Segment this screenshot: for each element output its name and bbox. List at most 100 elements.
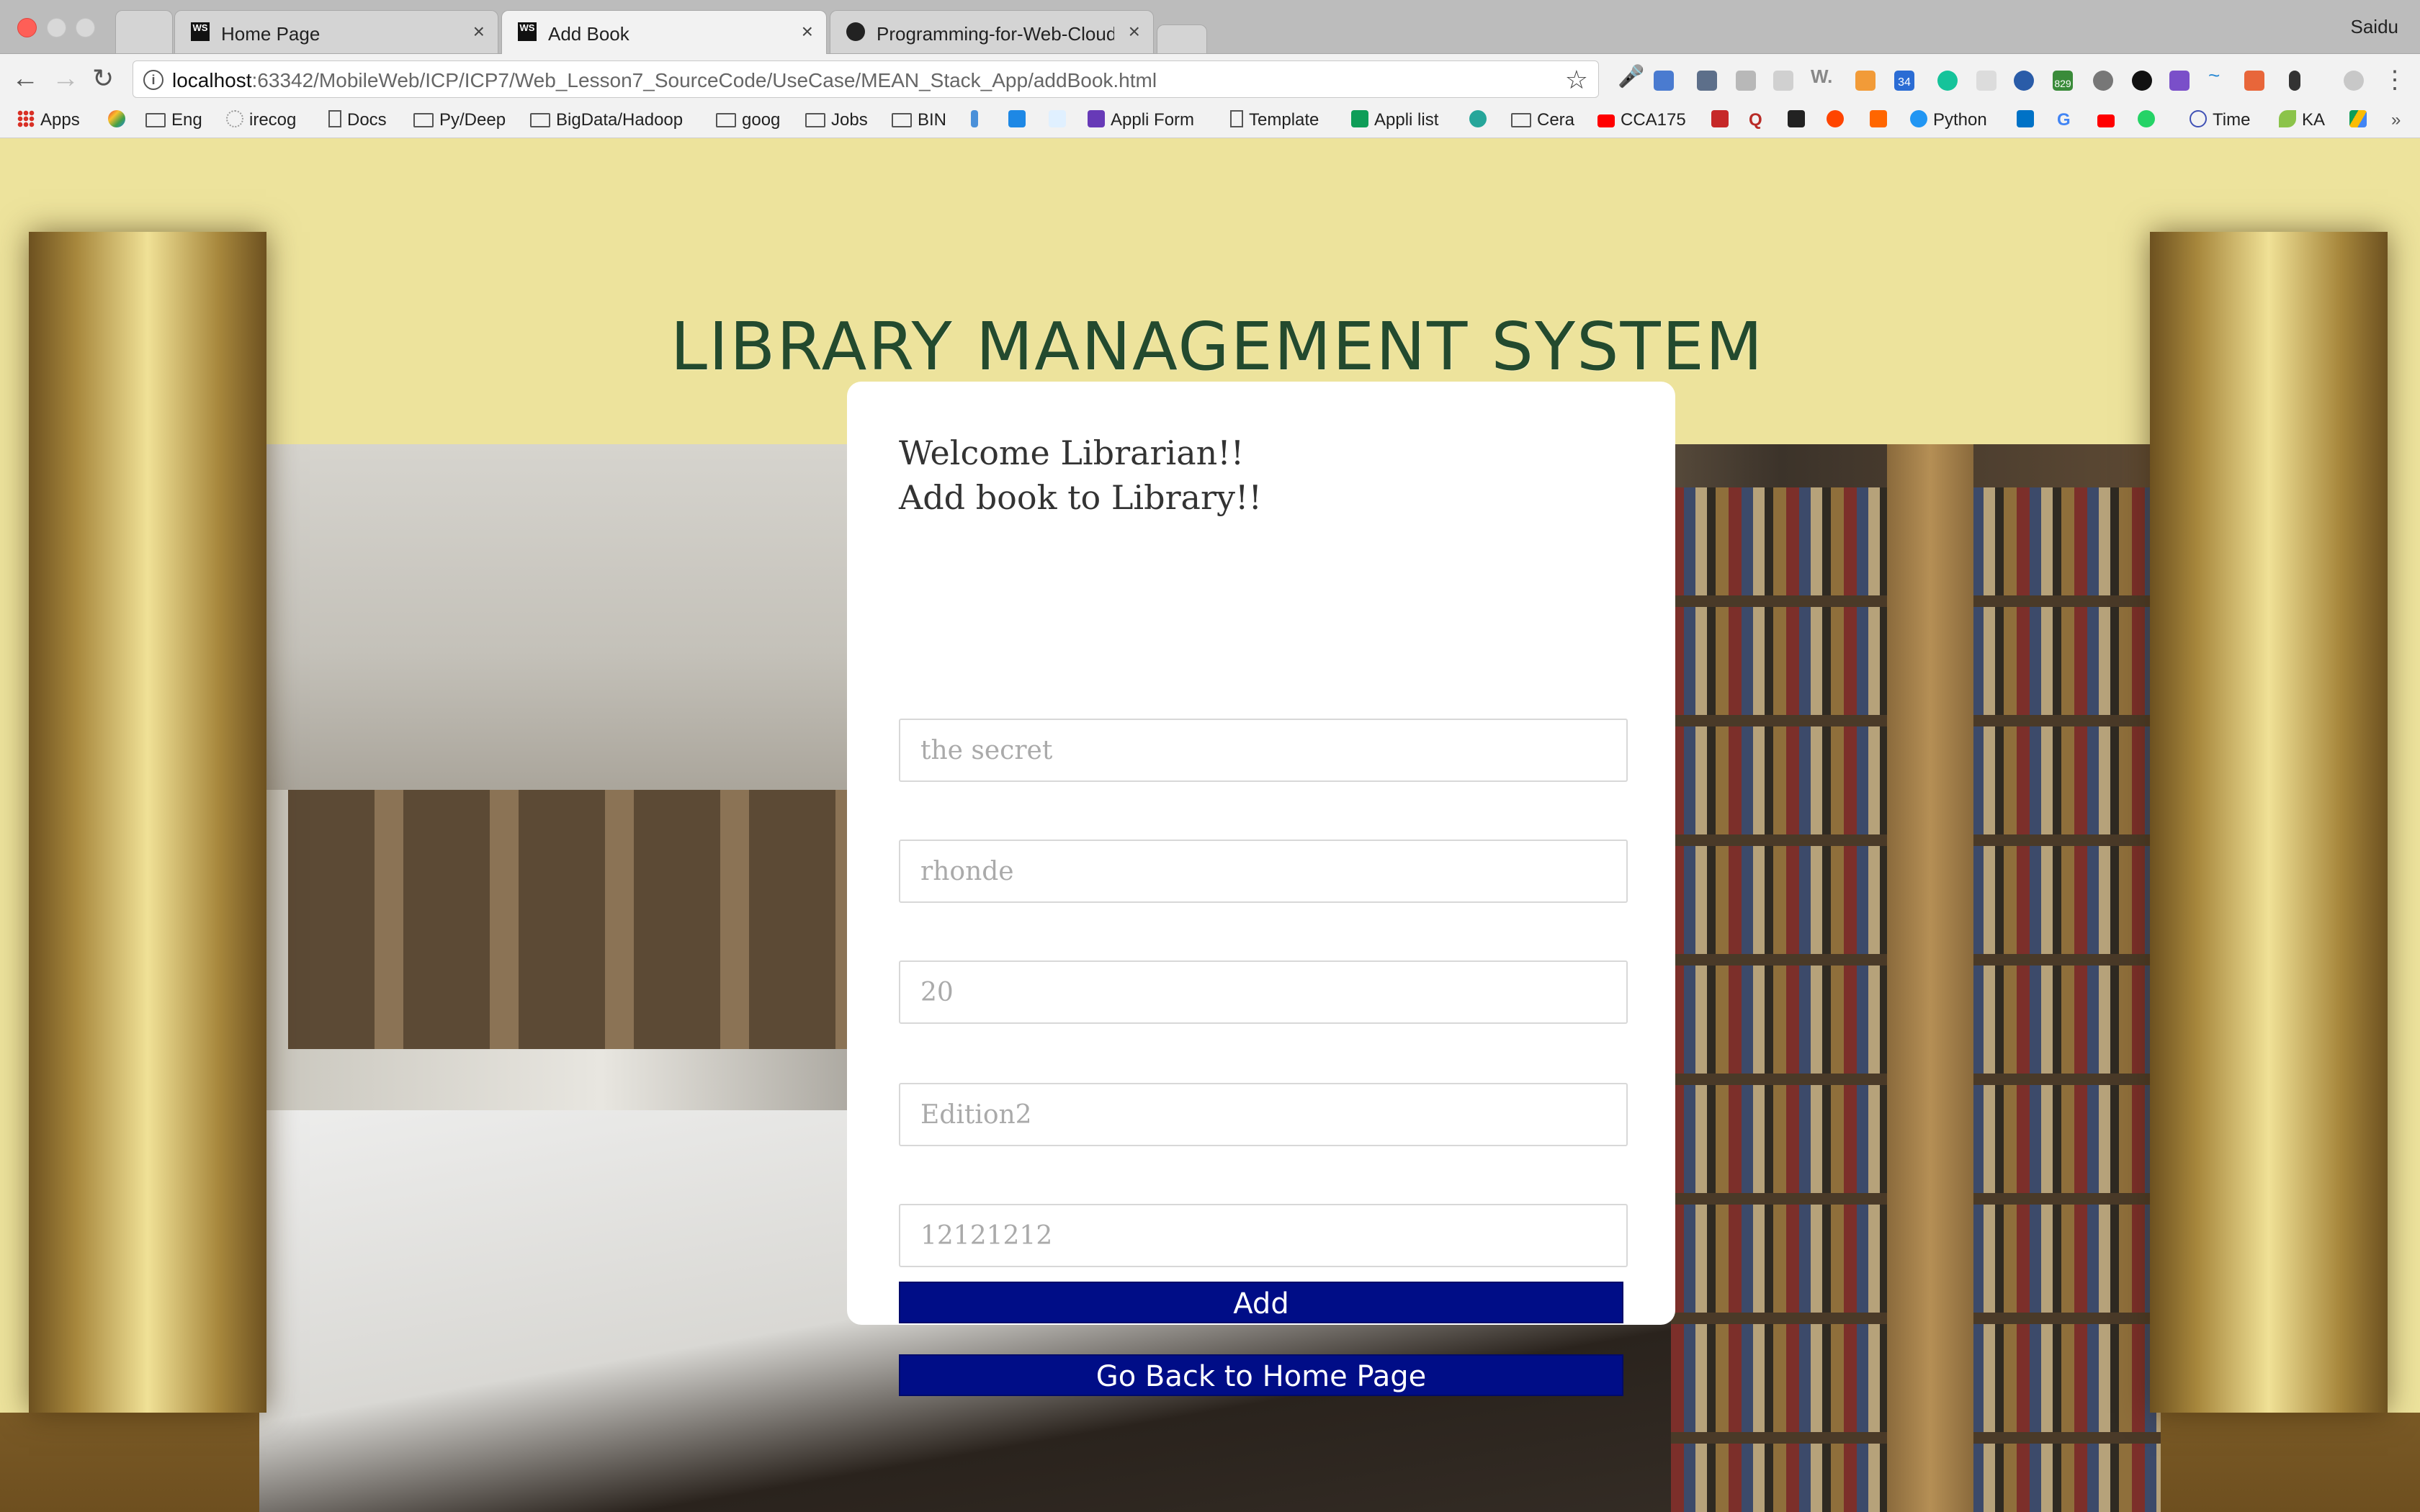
author-input[interactable] (899, 840, 1628, 903)
bookmark-icon-only[interactable] (971, 110, 984, 130)
folder-icon (413, 113, 434, 127)
extension-icon[interactable]: ~ (2208, 64, 2228, 86)
bookmark-icon-only[interactable] (2017, 110, 2040, 130)
bookmark-icon-only[interactable] (2349, 110, 2372, 130)
clock-icon (2190, 110, 2207, 127)
chat-extension-icon[interactable] (2132, 71, 2152, 91)
bookmark-template[interactable]: Template (1230, 110, 1319, 130)
equalizer-extension-icon[interactable] (1697, 71, 1717, 91)
bookmark-icon-only[interactable] (2138, 110, 2161, 130)
bookmark-irecog[interactable]: irecog (226, 110, 296, 130)
window-minimize-button[interactable] (47, 18, 66, 37)
bookmark-icon-only[interactable] (1008, 110, 1031, 130)
tab-github[interactable]: Programming-for-Web-Cloud- × (830, 10, 1154, 53)
address-bar[interactable]: i localhost:63342/MobileWeb/ICP/ICP7/Web… (133, 60, 1599, 98)
bookmark-appli-form[interactable]: Appli Form (1088, 110, 1194, 130)
microphone-icon[interactable]: 🎤 (1618, 64, 1644, 89)
bookmark-google[interactable]: G (2057, 110, 2071, 130)
bookmark-eng[interactable]: Eng (145, 110, 202, 130)
apps-grid-icon (17, 110, 35, 127)
bookmark-icon-only[interactable] (1870, 110, 1893, 130)
book-title-input[interactable] (899, 719, 1628, 782)
folder-icon (716, 113, 736, 127)
close-icon[interactable]: × (802, 20, 813, 43)
extension-icon[interactable] (2093, 71, 2113, 91)
add-button[interactable]: Add (899, 1282, 1623, 1323)
welcome-subline: Add book to Library!! (899, 478, 1262, 517)
tab-label: Home Page (221, 23, 321, 45)
more-bookmarks-icon[interactable]: » (2391, 110, 2401, 130)
profile-avatar-icon[interactable] (2344, 71, 2364, 91)
extension-icon[interactable] (1736, 71, 1756, 91)
bookmarks-bar: Apps Eng irecog Docs Py/Deep BigData/Had… (0, 104, 2420, 138)
bookmark-icon-only[interactable] (2097, 110, 2120, 130)
new-tab-button[interactable] (1157, 24, 1207, 53)
counter-829-icon[interactable]: 829 (2053, 71, 2073, 91)
window-close-button[interactable] (17, 18, 37, 37)
bookmark-icon-only[interactable] (108, 110, 131, 130)
youtube-icon (2097, 114, 2115, 127)
close-icon[interactable]: × (1129, 20, 1140, 43)
bookmark-apps[interactable]: Apps (17, 110, 80, 130)
rainbow-icon (108, 110, 125, 127)
bookmark-docs[interactable]: Docs (328, 110, 387, 130)
bookmark-icon-only[interactable] (1827, 110, 1850, 130)
grammarly-icon[interactable] (1937, 71, 1958, 91)
whatsapp-icon (2138, 110, 2155, 127)
edition-input[interactable] (899, 1083, 1628, 1146)
forward-arrow-icon[interactable]: → (52, 64, 79, 93)
bookmark-star-icon[interactable]: ☆ (1565, 65, 1588, 95)
tab-label: Add Book (548, 23, 629, 45)
github-icon (846, 22, 865, 41)
info-icon[interactable]: i (143, 70, 163, 90)
extension-icon[interactable] (1976, 71, 1996, 91)
folder-icon (1511, 113, 1531, 127)
extension-icon[interactable] (1855, 71, 1876, 91)
photo-wooden-post (1887, 444, 1973, 1512)
browser-menu-icon[interactable]: ⋮ (2383, 66, 2407, 94)
c-icon (1008, 110, 1026, 127)
calendar-extension-icon[interactable] (1654, 71, 1674, 91)
url-text[interactable]: localhost:63342/MobileWeb/ICP/ICP7/Web_L… (172, 69, 1157, 92)
bookmark-time[interactable]: Time (2190, 110, 2250, 130)
gold-pillar-left (29, 232, 266, 1413)
bookmark-python[interactable]: Python (1910, 110, 1987, 130)
bookmark-cera[interactable]: Cera (1511, 110, 1574, 130)
tab-add-book[interactable]: WS Add Book × (501, 10, 827, 54)
price-input[interactable] (899, 960, 1628, 1024)
close-icon[interactable]: × (473, 20, 485, 43)
bookmark-ka[interactable]: KA (2279, 110, 2325, 130)
bookmark-icon-only[interactable] (1711, 110, 1734, 130)
bookmark-quora[interactable]: Q (1749, 110, 1762, 130)
bookmark-py-deep[interactable]: Py/Deep (413, 110, 506, 130)
bookmark-bin[interactable]: BIN (892, 110, 946, 130)
bookmark-icon-only[interactable] (1049, 110, 1072, 130)
go-back-home-button[interactable]: Go Back to Home Page (899, 1354, 1623, 1396)
back-arrow-icon[interactable]: ← (12, 64, 39, 93)
calendar-34-icon[interactable]: 34 (1894, 71, 1914, 91)
profile-name[interactable]: Saidu (2351, 16, 2399, 38)
tab-blank[interactable] (115, 10, 173, 53)
bookmark-cca175[interactable]: CCA175 (1597, 110, 1686, 130)
window-maximize-button[interactable] (76, 18, 95, 37)
extension-icon[interactable] (1773, 71, 1793, 91)
y-icon (1870, 110, 1887, 127)
extension-icon[interactable] (2014, 71, 2034, 91)
bookmark-jobs[interactable]: Jobs (805, 110, 868, 130)
youtube-icon (1597, 114, 1615, 127)
extension-icon[interactable] (2244, 71, 2264, 91)
s-extension-icon[interactable] (2169, 71, 2190, 91)
extension-icon[interactable] (2289, 71, 2300, 91)
bookmark-bigdata-hadoop[interactable]: BigData/Hadoop (530, 110, 683, 130)
bookmark-icon-only[interactable] (1469, 110, 1492, 130)
bookmark-goog[interactable]: goog (716, 110, 780, 130)
add-book-card: Welcome Librarian!! Add book to Library!… (847, 382, 1675, 1325)
folder-icon (530, 113, 550, 127)
bookmark-appli-list[interactable]: Appli list (1351, 110, 1438, 130)
isbn-input[interactable] (899, 1204, 1628, 1267)
reload-icon[interactable]: ↻ (92, 64, 114, 93)
tab-home-page[interactable]: WS Home Page × (174, 10, 498, 53)
bookmark-icon-only[interactable] (1788, 110, 1811, 130)
w-extension-icon[interactable]: W. (1811, 66, 1832, 87)
folder-icon (892, 113, 912, 127)
